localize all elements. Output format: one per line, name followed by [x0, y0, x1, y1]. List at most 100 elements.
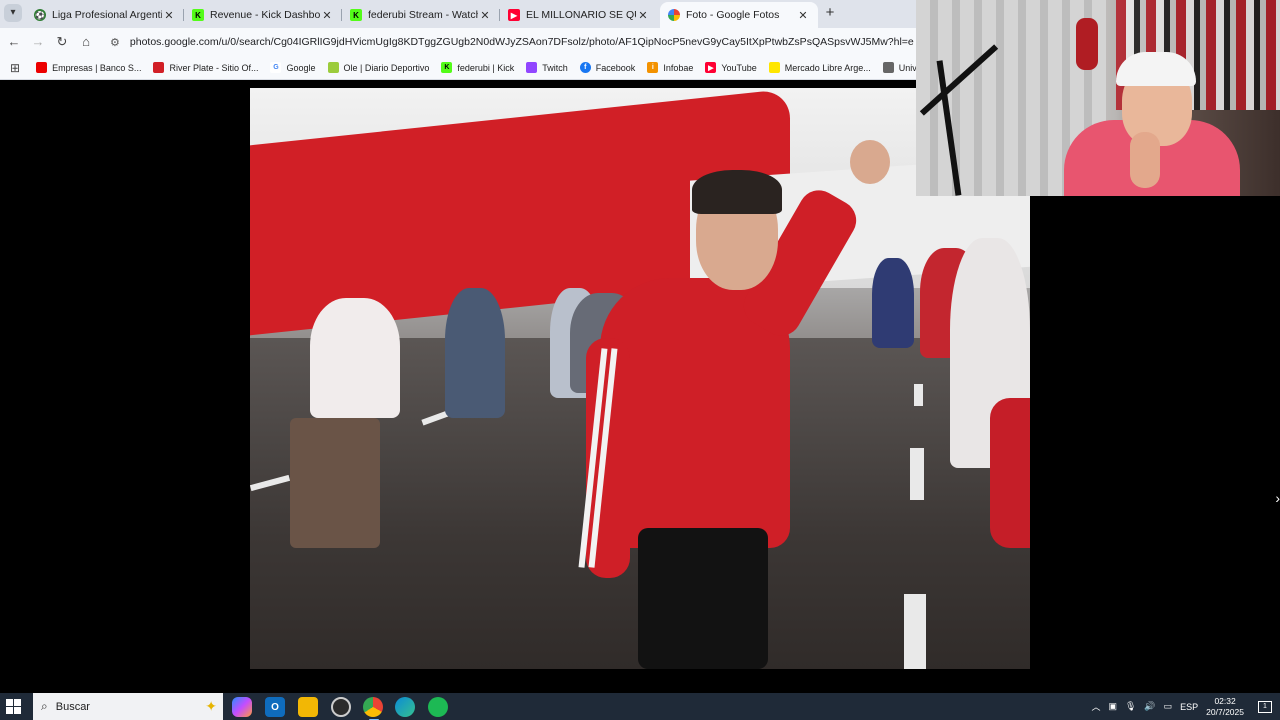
photo-lane-mark: [910, 448, 924, 500]
bookmark-label: Infobae: [663, 62, 694, 73]
bookmark-label: Empresas | Banco S...: [52, 62, 142, 73]
tab-search-button[interactable]: ▾: [4, 4, 22, 22]
google-photos-icon: [668, 9, 680, 21]
tab-kick-dashboard[interactable]: K Revenue - Kick Dashboard ✕: [184, 2, 342, 28]
clock[interactable]: 02:32 20/7/2025: [1206, 696, 1244, 718]
network-icon[interactable]: ▣: [1108, 701, 1117, 712]
soccer-ball-icon: ⚽: [34, 9, 46, 21]
home-icon[interactable]: ⌂: [78, 34, 94, 50]
system-tray: ︿ ▣ 🎙 🔊 ▭ ESP 02:32 20/7/2025 1: [1091, 693, 1280, 720]
bookmark-label: Mercado Libre Arge...: [784, 62, 871, 73]
twitch-icon: [526, 62, 538, 73]
obs-icon[interactable]: [331, 697, 351, 717]
youtube-icon: ▶: [705, 62, 717, 73]
apps-grid-icon[interactable]: ⊞: [10, 61, 20, 75]
tab-title: Liga Profesional Argentina - PO: [52, 9, 162, 21]
infobae-icon: i: [647, 62, 659, 73]
bookmark-universofutbol[interactable]: Universofutbol.com...: [882, 62, 916, 73]
bookmark-river-plate[interactable]: River Plate - Sitio Of...: [153, 62, 258, 73]
photo-person: [445, 288, 505, 418]
windows-start-icon[interactable]: [6, 699, 22, 715]
close-tab-icon[interactable]: ✕: [636, 9, 650, 22]
outlook-icon[interactable]: O: [265, 697, 285, 717]
volume-icon[interactable]: 🔊: [1144, 701, 1155, 712]
bookmark-label: YouTube: [721, 62, 757, 73]
bookmark-federubi-kick[interactable]: Kfederubi | Kick: [441, 62, 514, 73]
new-tab-button[interactable]: +: [822, 4, 838, 22]
tab-title: EL MILLONARIO SE QUEDÓ CO: [526, 9, 636, 21]
file-explorer-icon[interactable]: [298, 697, 318, 717]
forward-icon[interactable]: →: [30, 34, 46, 50]
copilot-icon[interactable]: [232, 697, 252, 717]
bookmark-infobae[interactable]: i Infobae: [647, 62, 693, 73]
photo-lane-mark: [904, 594, 926, 669]
webcam-person-cap: [1116, 52, 1196, 86]
river-plate-icon: [153, 62, 165, 73]
tab-google-photos[interactable]: Foto - Google Fotos ✕: [660, 2, 818, 28]
address-bar[interactable]: ⚙ photos.google.com/u/0/search/Cg04IGRlI…: [104, 31, 914, 53]
kick-icon: K: [441, 62, 453, 73]
reload-icon[interactable]: ↻: [54, 34, 70, 50]
tab-liga-profesional[interactable]: ⚽ Liga Profesional Argentina - PO ✕: [26, 2, 184, 28]
google-icon: G: [270, 62, 282, 73]
youtube-icon: ▶: [508, 9, 520, 21]
show-hidden-icons-icon[interactable]: ︿: [1091, 700, 1100, 713]
bookmark-google[interactable]: G Google: [270, 62, 316, 73]
photo-person: [872, 258, 914, 348]
tab-title: federubi Stream - Watch Live o: [368, 9, 478, 21]
tab-title: Foto - Google Fotos: [686, 9, 780, 21]
bookmark-label: Twitch: [542, 62, 568, 73]
santander-icon: [36, 62, 48, 73]
taskbar-search[interactable]: ⌕ Buscar ✦: [33, 693, 223, 720]
bookmark-twitch[interactable]: Twitch: [526, 62, 568, 73]
search-highlight-icon: ✦: [205, 698, 217, 714]
photo-person: [310, 298, 400, 418]
close-tab-icon[interactable]: ✕: [320, 9, 334, 22]
bookmarks-bar: ⊞ Empresas | Banco S... River Plate - Si…: [0, 56, 916, 80]
photo-person-pants: [638, 528, 768, 669]
toolbar: ← → ↻ ⌂ ⚙ photos.google.com/u/0/search/C…: [0, 28, 916, 56]
spotify-icon[interactable]: [428, 697, 448, 717]
tab-federubi-stream[interactable]: K federubi Stream - Watch Live o ✕: [342, 2, 500, 28]
tab-strip: ▾ ⚽ Liga Profesional Argentina - PO ✕ K …: [0, 0, 916, 28]
mercadolibre-icon: [768, 62, 780, 73]
photo: [250, 88, 1030, 669]
notifications-icon[interactable]: 1: [1258, 700, 1272, 713]
display-icon[interactable]: ▭: [1164, 701, 1173, 712]
facebook-icon: f: [579, 62, 591, 73]
bookmark-label: federubi | Kick: [457, 62, 515, 73]
browser-window: ▾ ⚽ Liga Profesional Argentina - PO ✕ K …: [0, 0, 916, 80]
bookmark-youtube[interactable]: ▶ YouTube: [705, 62, 757, 73]
bookmark-ole[interactable]: Ole | Diario Deportivo: [327, 62, 429, 73]
url-text: photos.google.com/u/0/search/Cg04IGRlIG9…: [129, 36, 914, 48]
bookmark-mercado-libre[interactable]: Mercado Libre Arge...: [768, 62, 871, 73]
microphone-icon[interactable]: 🎙: [1125, 701, 1136, 712]
kick-icon: K: [192, 9, 204, 21]
bookmark-label: River Plate - Sitio Of...: [169, 62, 259, 73]
close-tab-icon[interactable]: ✕: [162, 9, 176, 22]
webcam-microphone: [1076, 18, 1098, 70]
bookmark-label: Google: [286, 62, 316, 73]
tab-youtube-video[interactable]: ▶ EL MILLONARIO SE QUEDÓ CO ✕: [500, 2, 658, 28]
next-photo-icon[interactable]: ›: [1275, 490, 1280, 506]
back-icon[interactable]: ←: [6, 34, 22, 50]
webcam-overlay: [916, 0, 1280, 196]
search-icon: ⌕: [41, 699, 48, 713]
chrome-icon[interactable]: [363, 697, 383, 720]
edge-icon[interactable]: [395, 697, 415, 717]
bookmark-label: Facebook: [595, 62, 636, 73]
bookmark-facebook[interactable]: f Facebook: [579, 62, 636, 73]
close-tab-icon[interactable]: ✕: [796, 9, 810, 22]
close-tab-icon[interactable]: ✕: [478, 9, 492, 22]
photo-person-hand: [850, 140, 890, 184]
bookmark-label: Universofutbol.com...: [898, 62, 916, 73]
clock-time: 02:32: [1214, 695, 1236, 706]
taskbar: ⌕ Buscar ✦ O ︿ ▣ 🎙 🔊 ▭ ESP 02:32 20/7/20…: [0, 693, 1280, 720]
tab-title: Revenue - Kick Dashboard: [210, 9, 320, 21]
photo-lane-mark: [914, 384, 923, 406]
clock-date: 20/7/2025: [1206, 706, 1244, 717]
language-indicator[interactable]: ESP: [1180, 702, 1198, 712]
site-info-icon[interactable]: ⚙: [110, 36, 124, 49]
bookmark-santander[interactable]: Empresas | Banco S...: [36, 62, 141, 73]
webcam-person-hand: [1130, 132, 1160, 188]
